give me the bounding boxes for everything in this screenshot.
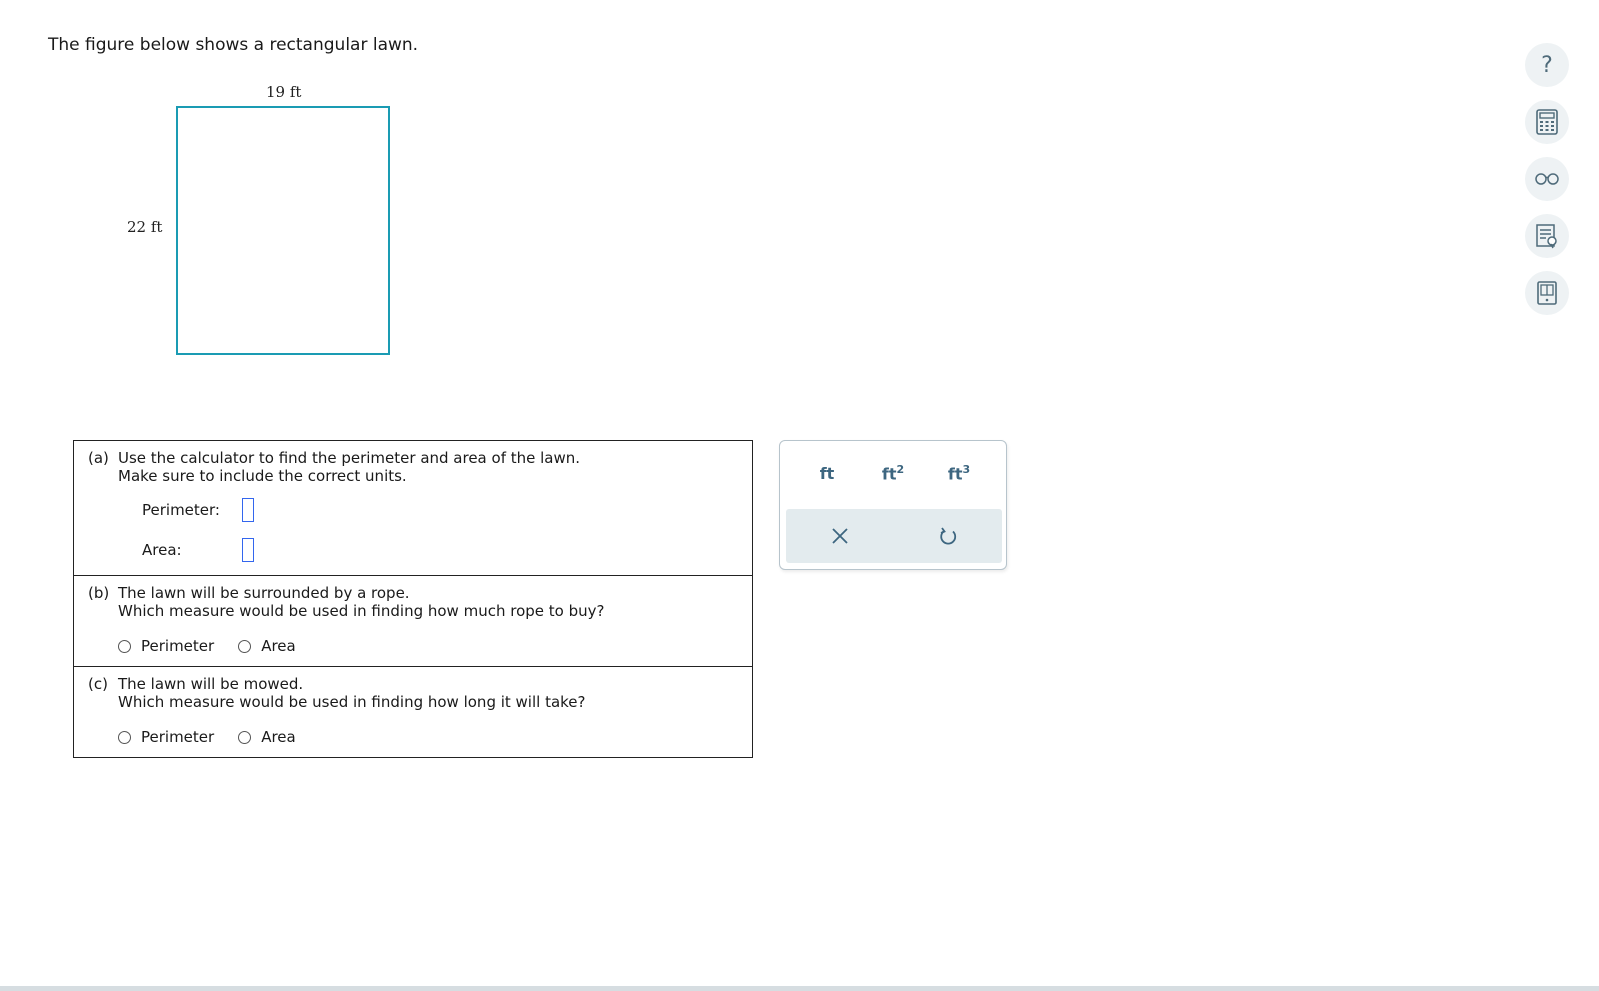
unit-ft2-button[interactable]: ft2 [868,463,918,483]
unit-ft-button[interactable]: ft [802,464,852,483]
unit-ft3-text: ft [947,464,963,484]
part-c-line2: Which measure would be used in finding h… [118,693,586,711]
part-c-option1-label: Perimeter [141,728,215,746]
calculator-button[interactable] [1525,100,1569,144]
palette-action-row [786,509,1002,563]
undo-icon [940,527,957,545]
reference-book-icon [1537,281,1557,305]
part-b-line1: The lawn will be surrounded by a rope. [118,584,410,602]
unit-ft-text: ft [819,463,835,483]
perimeter-label: Perimeter: [142,501,220,519]
question-box: (a) Use the calculator to find the perim… [73,440,753,758]
part-b: (b) The lawn will be surrounded by a rop… [74,576,752,667]
notes-icon [1536,224,1557,249]
part-b-option-perimeter[interactable]: Perimeter [118,637,214,655]
radio-area-c[interactable] [238,730,252,744]
part-b-option2-label: Area [261,637,296,655]
part-c: (c) The lawn will be mowed. Which measur… [74,667,752,757]
unit-ft3-button[interactable]: ft3 [934,463,984,483]
units-palette: ft ft2 ft3 [779,440,1007,570]
page: The figure below shows a rectangular law… [0,0,1599,991]
part-b-option-area[interactable]: Area [238,637,296,655]
part-c-option-area[interactable]: Area [238,728,296,746]
unit-ft2-text: ft [881,464,897,484]
part-c-label: (c) [88,675,108,693]
help-button[interactable]: ? [1525,43,1569,87]
reference-button[interactable] [1525,271,1569,315]
unit-ft2-sup: 2 [896,462,905,476]
part-c-line1: The lawn will be mowed. [118,675,304,693]
part-a-line1: Use the calculator to find the perimeter… [118,449,581,467]
part-b-line2: Which measure would be used in finding h… [118,602,605,620]
calculator-icon [1536,109,1558,135]
part-a-line2: Make sure to include the correct units. [118,467,407,485]
glasses-icon [1535,173,1559,185]
radio-perimeter-c[interactable] [118,730,131,744]
part-c-option-perimeter[interactable]: Perimeter [118,728,214,746]
part-a-label: (a) [88,449,109,467]
part-a: (a) Use the calculator to find the perim… [74,441,752,576]
unit-ft3-sup: 3 [962,462,971,476]
radio-area-b[interactable] [238,639,252,653]
part-b-option1-label: Perimeter [141,637,215,655]
help-icon: ? [1541,52,1553,78]
bottom-scroll-bar [0,986,1599,991]
part-c-option2-label: Area [261,728,296,746]
radio-perimeter-b[interactable] [118,639,131,653]
height-label: 22 ft [127,218,163,236]
intro-text: The figure below shows a rectangular law… [48,35,419,55]
tool-sidebar: ? [1525,43,1571,328]
perimeter-answer-box[interactable] [242,498,254,522]
area-label: Area: [142,541,182,559]
notes-button[interactable] [1525,214,1569,258]
part-b-label: (b) [88,584,110,602]
area-answer-box[interactable] [242,538,254,562]
clear-button[interactable] [820,516,860,556]
close-icon [832,528,848,544]
width-label: 19 ft [266,83,302,101]
glasses-button[interactable] [1525,157,1569,201]
undo-button[interactable] [928,516,968,556]
lawn-rectangle [176,106,390,355]
